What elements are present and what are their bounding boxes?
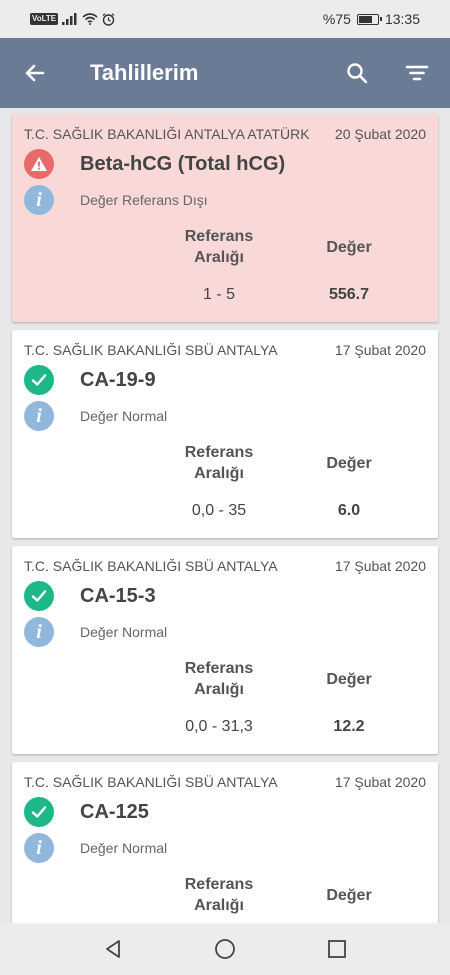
search-button[interactable] [334, 50, 380, 96]
value-column: Değer [304, 874, 394, 916]
home-circle-icon [215, 939, 235, 959]
reference-column: Referans Aralığı 0,0 - 31,3 [174, 658, 264, 742]
info-icon[interactable]: i [24, 401, 54, 431]
check-icon [24, 581, 54, 611]
test-name: Beta-hCG (Total hCG) [80, 152, 286, 175]
test-row: CA-15-3 [24, 580, 426, 612]
result-table: Referans Aralığı 0,0 - 31,3 Değer 12.2 [174, 658, 426, 742]
signal-icon [62, 13, 77, 25]
info-icon[interactable]: i [24, 833, 54, 863]
result-table: Referans Aralığı 0,0 - 35 Değer 6.0 [174, 442, 426, 526]
result-date: 17 Şubat 2020 [334, 558, 426, 574]
hospital-name: T.C. SAĞLIK BAKANLIĞI SBÜ ANTALYA [24, 774, 278, 790]
value-column: Değer 12.2 [304, 658, 394, 742]
result-table: Referans Aralığı 1 - 5 Değer 556.7 [174, 226, 426, 310]
result-date: 17 Şubat 2020 [334, 774, 426, 790]
reference-header: Referans Aralığı [184, 444, 254, 482]
result-value: 12.2 [333, 718, 365, 735]
card-header: T.C. SAĞLIK BAKANLIĞI SBÜ ANTALYA 17 Şub… [24, 556, 426, 576]
result-card[interactable]: T.C. SAĞLIK BAKANLIĞI SBÜ ANTALYA 17 Şub… [12, 330, 438, 538]
nav-back-button[interactable] [93, 929, 133, 969]
value-header: Değer [326, 886, 372, 904]
status-row: i Değer Normal [24, 616, 426, 648]
nav-home-button[interactable] [205, 929, 245, 969]
alarm-icon [102, 12, 115, 26]
status-text: Değer Normal [80, 408, 168, 424]
reference-value: 0,0 - 31,3 [185, 718, 253, 735]
battery-percent: %75 [322, 11, 351, 27]
back-arrow-icon [25, 64, 45, 82]
test-name: CA-15-3 [80, 584, 156, 607]
test-name: CA-125 [80, 800, 149, 823]
results-list: T.C. SAĞLIK BAKANLIĞI ANTALYA ATATÜRK 20… [0, 108, 450, 923]
card-header: T.C. SAĞLIK BAKANLIĞI ANTALYA ATATÜRK 20… [24, 124, 426, 144]
reference-header: Referans Aralığı [184, 876, 254, 914]
test-row: Beta-hCG (Total hCG) [24, 148, 426, 180]
result-card[interactable]: T.C. SAĞLIK BAKANLIĞI SBÜ ANTALYA 17 Şub… [12, 762, 438, 923]
reference-header: Referans Aralığı [184, 228, 254, 266]
status-right: %75 13:35 [323, 11, 420, 27]
hospital-name: T.C. SAĞLIK BAKANLIĞI ANTALYA ATATÜRK [24, 126, 310, 142]
back-triangle-icon [106, 940, 120, 958]
info-icon[interactable]: i [24, 185, 54, 215]
reference-column: Referans Aralığı 1 - 5 [174, 226, 264, 310]
card-header: T.C. SAĞLIK BAKANLIĞI SBÜ ANTALYA 17 Şub… [24, 772, 426, 792]
result-value: 556.7 [328, 286, 370, 303]
result-date: 20 Şubat 2020 [334, 126, 426, 142]
info-icon[interactable]: i [24, 617, 54, 647]
status-text: Değer Referans Dışı [80, 192, 208, 208]
test-name: CA-19-9 [80, 368, 156, 391]
system-nav-bar [0, 923, 450, 975]
status-bar: VoLTE %75 13:35 [0, 0, 450, 38]
volte-badge: VoLTE [30, 13, 59, 25]
card-header: T.C. SAĞLIK BAKANLIĞI SBÜ ANTALYA 17 Şub… [24, 340, 426, 360]
result-card[interactable]: T.C. SAĞLIK BAKANLIĞI ANTALYA ATATÜRK 20… [12, 114, 438, 322]
reference-value: 1 - 5 [202, 286, 235, 303]
battery-fill [358, 15, 372, 23]
result-value: 6.0 [337, 502, 361, 519]
nav-recents-button[interactable] [317, 929, 357, 969]
result-card[interactable]: T.C. SAĞLIK BAKANLIĞI SBÜ ANTALYA 17 Şub… [12, 546, 438, 754]
app-bar-actions [334, 50, 440, 96]
filter-icon [405, 65, 429, 81]
page-title: Tahlillerim [90, 60, 199, 85]
reference-value: 0,0 - 35 [191, 502, 247, 519]
filter-button[interactable] [394, 50, 440, 96]
search-icon [347, 63, 368, 84]
result-table: Referans Aralığı Değer [174, 874, 426, 916]
hospital-name: T.C. SAĞLIK BAKANLIĞI SBÜ ANTALYA [24, 342, 278, 358]
status-left: VoLTE [30, 12, 115, 26]
check-icon [24, 797, 54, 827]
status-row: i Değer Normal [24, 832, 426, 864]
back-button[interactable] [10, 48, 60, 98]
reference-column: Referans Aralığı [174, 874, 264, 916]
value-header: Değer [326, 454, 372, 472]
app-bar: Tahlillerim [0, 38, 450, 108]
status-row: i Değer Normal [24, 400, 426, 432]
reference-column: Referans Aralığı 0,0 - 35 [174, 442, 264, 526]
battery-icon [356, 13, 382, 25]
check-icon [24, 365, 54, 395]
reference-header: Referans Aralığı [184, 660, 254, 698]
status-row: i Değer Referans Dışı [24, 184, 426, 216]
value-column: Değer 556.7 [304, 226, 394, 310]
wifi-icon [82, 13, 98, 25]
status-text: Değer Normal [80, 840, 168, 856]
value-header: Değer [326, 238, 372, 256]
test-row: CA-19-9 [24, 364, 426, 396]
hospital-name: T.C. SAĞLIK BAKANLIĞI SBÜ ANTALYA [24, 558, 278, 574]
status-text: Değer Normal [80, 624, 168, 640]
value-column: Değer 6.0 [304, 442, 394, 526]
recents-square-icon [328, 940, 346, 958]
test-row: CA-125 [24, 796, 426, 828]
warning-icon [24, 149, 54, 179]
value-header: Değer [326, 670, 372, 688]
clock: 13:35 [384, 11, 420, 27]
result-date: 17 Şubat 2020 [334, 342, 426, 358]
